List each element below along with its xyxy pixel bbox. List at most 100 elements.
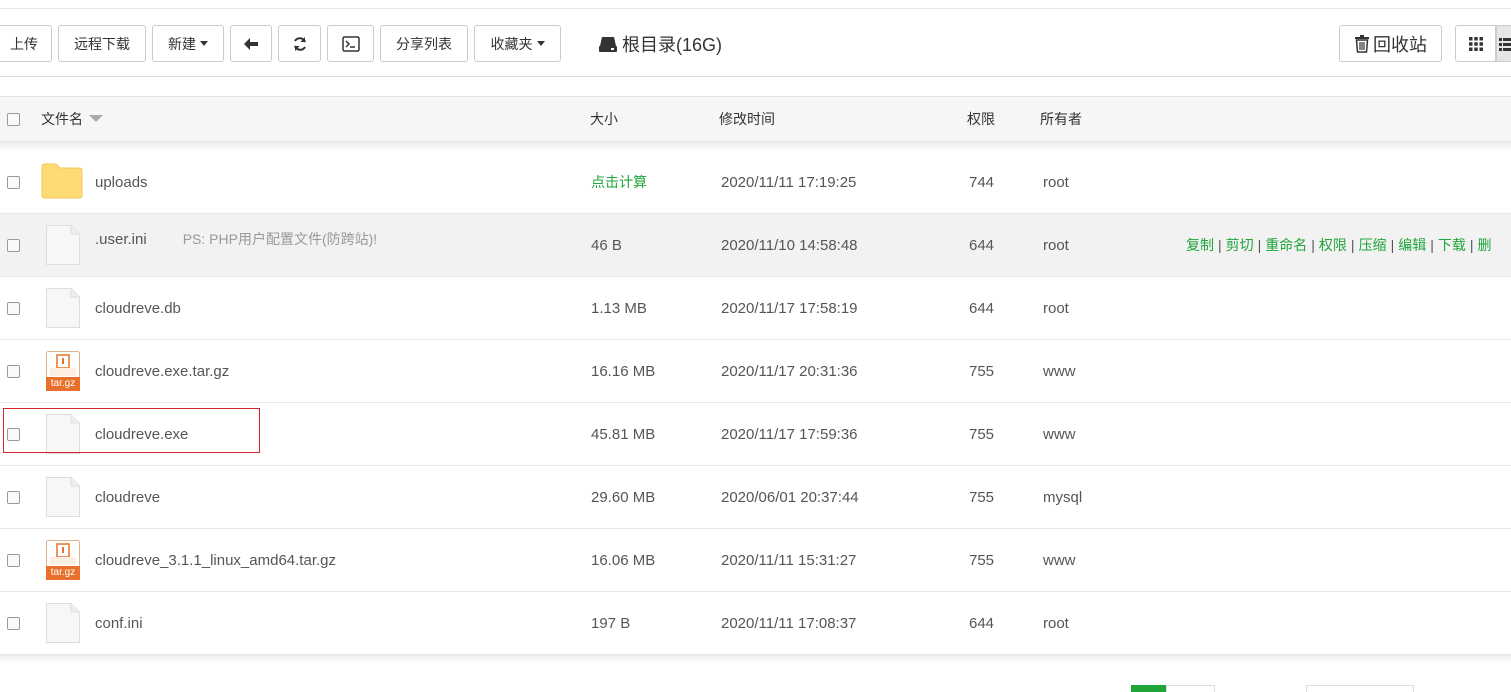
row-checkbox[interactable]	[7, 340, 20, 402]
table-row[interactable]: .user.ini PS: PHP用户配置文件(防跨站)! 46 B 2020/11/…	[0, 214, 1511, 277]
file-size: 1.13 MB	[591, 299, 647, 317]
file-modified-time: 2020/06/01 20:37:44	[721, 488, 859, 506]
table-row[interactable]: tar.gz cloudreve_3.1.1_linux_amd64.tar.gz…	[0, 529, 1511, 592]
file-icon[interactable]	[46, 225, 80, 269]
header-owner[interactable]: 所有者	[1040, 97, 1082, 141]
row-action-link[interactable]: 删	[1477, 235, 1491, 255]
file-size: 29.60 MB	[591, 488, 656, 506]
file-owner: root	[1043, 173, 1069, 191]
file-name-link[interactable]: .user.ini	[95, 231, 147, 248]
file-icon[interactable]	[46, 288, 80, 332]
file-permission: 755	[969, 425, 995, 443]
file-modified-time: 2020/11/17 20:31:36	[721, 362, 858, 380]
file-size: 46 B	[591, 236, 622, 254]
file-size: 45.81 MB	[591, 425, 656, 443]
grid-view-button[interactable]	[1455, 25, 1496, 62]
table-row[interactable]: cloudreve 29.60 MB 2020/06/01 20:37:44 755 m…	[0, 466, 1511, 529]
file-note: PS: PHP用户配置文件(防跨站)!	[182, 231, 378, 247]
pagination-button[interactable]	[1166, 685, 1215, 692]
upload-button[interactable]: 上传	[0, 25, 52, 62]
file-owner: www	[1043, 551, 1076, 569]
caret-down-icon	[536, 41, 545, 46]
archive-icon[interactable]: tar.gz	[46, 351, 80, 395]
calculate-size-link[interactable]: 点击计算	[591, 151, 647, 213]
pagination-current-page[interactable]	[1131, 685, 1166, 692]
file-name-link[interactable]: conf.ini	[95, 615, 143, 632]
archive-icon[interactable]: tar.gz	[46, 540, 80, 584]
new-dropdown-button[interactable]: 新建	[152, 25, 224, 62]
folder-icon[interactable]	[41, 163, 83, 203]
file-permission: 644	[969, 236, 995, 254]
list-icon	[1499, 37, 1511, 51]
share-list-button[interactable]: 分享列表	[380, 25, 468, 62]
row-action-link[interactable]: 压缩	[1359, 235, 1387, 255]
refresh-button[interactable]	[278, 25, 321, 62]
file-owner: root	[1043, 299, 1069, 317]
back-button[interactable]	[230, 25, 272, 62]
row-action-link[interactable]: 重命名	[1265, 235, 1307, 255]
row-action-link[interactable]: 权限	[1319, 235, 1347, 255]
row-name-cell: uploads	[95, 151, 148, 213]
row-checkbox[interactable]	[7, 214, 20, 276]
file-modified-time: 2020/11/11 17:08:37	[721, 614, 857, 632]
row-checkbox[interactable]	[7, 529, 20, 591]
trash-icon	[1355, 34, 1369, 53]
action-separator: |	[1390, 237, 1395, 253]
current-directory-label: 根目录(16G)	[622, 34, 723, 55]
file-name-link[interactable]: uploads	[95, 174, 148, 191]
select-all-checkbox[interactable]	[7, 97, 20, 141]
row-action-link[interactable]: 剪切	[1226, 235, 1254, 255]
row-name-cell: cloudreve	[95, 466, 160, 528]
header-modified[interactable]: 修改时间	[719, 97, 775, 141]
file-permission: 755	[969, 488, 995, 506]
file-icon[interactable]	[46, 603, 80, 647]
header-filename[interactable]: 文件名	[41, 97, 103, 141]
selection-highlight-box	[3, 408, 260, 453]
header-modified-label: 修改时间	[719, 111, 775, 127]
row-checkbox[interactable]	[7, 277, 20, 339]
row-checkbox[interactable]	[7, 151, 20, 213]
archive-badge-label: tar.gz	[50, 378, 76, 389]
remote-download-button[interactable]: 远程下载	[58, 25, 146, 62]
favorites-dropdown-button[interactable]: 收藏夹	[474, 25, 561, 62]
header-permission[interactable]: 权限	[967, 97, 995, 141]
row-name-cell: cloudreve.db	[95, 277, 181, 339]
row-action-link[interactable]: 复制	[1186, 235, 1214, 255]
recycle-bin-label: 回收站	[1373, 34, 1427, 55]
row-action-link[interactable]: 编辑	[1398, 235, 1426, 255]
row-action-link[interactable]: 下载	[1438, 235, 1466, 255]
header-owner-label: 所有者	[1040, 111, 1082, 127]
action-separator: |	[1218, 237, 1222, 253]
list-view-button[interactable]	[1496, 25, 1511, 62]
action-separator: |	[1311, 237, 1315, 253]
row-checkbox[interactable]	[7, 466, 20, 528]
row-name-cell: conf.ini	[95, 592, 143, 654]
header-filename-label: 文件名	[41, 111, 83, 127]
file-name-link[interactable]: cloudreve	[95, 489, 160, 506]
file-permission: 644	[969, 299, 995, 317]
file-name-link[interactable]: cloudreve_3.1.1_linux_amd64.tar.gz	[95, 552, 336, 569]
terminal-button[interactable]	[327, 25, 374, 62]
current-directory[interactable]: 根目录(16G)	[598, 25, 722, 62]
table-bottom-shadow	[0, 655, 1511, 663]
upload-label: 上传	[10, 35, 38, 52]
row-actions: 复制 | 剪切 | 重命名 | 权限 | 压缩 | 编辑 | 下载 | 删	[1186, 214, 1491, 276]
file-size: 16.16 MB	[591, 362, 656, 380]
table-row[interactable]: tar.gz cloudreve.exe.tar.gz 16.16 MB 2020/1…	[0, 340, 1511, 403]
row-checkbox[interactable]	[7, 592, 20, 654]
table-row[interactable]: conf.ini 197 B 2020/11/11 17:08:37 644 root	[0, 592, 1511, 655]
table-row[interactable]: cloudreve.db 1.13 MB 2020/11/17 17:58:19 64…	[0, 277, 1511, 340]
header-size-label: 大小	[590, 111, 618, 127]
top-divider	[0, 8, 1511, 9]
file-modified-time: 2020/11/10 14:58:48	[721, 236, 858, 254]
file-name-link[interactable]: cloudreve.db	[95, 300, 181, 317]
table-row[interactable]: uploads 点击计算 2020/11/11 17:19:25 744 root	[0, 151, 1511, 214]
file-name-link[interactable]: cloudreve.exe.tar.gz	[95, 363, 229, 380]
refresh-icon	[293, 36, 306, 51]
toolbar: 上传 远程下载 新建 分享列表 收藏夹 根目录(16G) 回收站	[0, 25, 1511, 63]
file-icon[interactable]	[46, 477, 80, 521]
file-size: 16.06 MB	[591, 551, 656, 569]
pagination-button[interactable]	[1306, 685, 1414, 692]
recycle-bin-button[interactable]: 回收站	[1339, 25, 1442, 62]
header-size[interactable]: 大小	[590, 97, 618, 141]
